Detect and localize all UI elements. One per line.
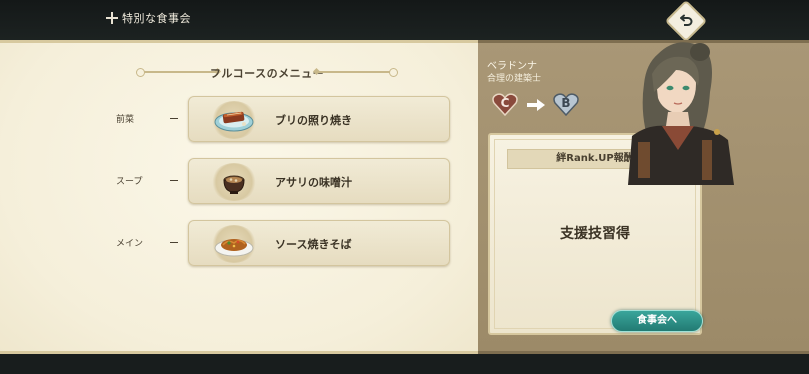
- top-bar: 特別な食事会: [0, 0, 809, 43]
- course-row-appetizer: 前菜 ブリの照り焼き: [110, 96, 450, 142]
- rank-current-letter: C: [500, 96, 510, 110]
- go-to-dinner-button[interactable]: 食事会へ: [611, 310, 703, 332]
- dish-name: ブリの照り焼き: [275, 114, 352, 127]
- character-title: 合理の建築士: [487, 74, 542, 84]
- course-label: 前菜: [116, 115, 135, 125]
- screen-title-group: 特別な食事会: [106, 10, 191, 26]
- course-label: スープ: [116, 177, 143, 187]
- teriyaki-fish-dish-icon: [211, 101, 257, 139]
- arrow-right-icon: [527, 99, 545, 111]
- yakisoba-plate-icon: [211, 225, 257, 263]
- course-dash: [170, 242, 178, 243]
- course-label: メイン: [116, 239, 144, 249]
- dish-card-main[interactable]: ソース焼きそば: [188, 220, 450, 266]
- course-dash: [170, 118, 178, 119]
- reward-text: 支援技習得: [560, 226, 630, 242]
- dish-name: アサリの味噌汁: [275, 176, 352, 189]
- go-to-dinner-label: 食事会へ: [637, 315, 677, 326]
- rank-next-letter: B: [561, 96, 571, 110]
- back-button[interactable]: [664, 0, 708, 43]
- dish-card-soup[interactable]: アサリの味噌汁: [188, 158, 450, 204]
- screen-title: 特別な食事会: [122, 12, 191, 25]
- rank-current-badge: C: [492, 93, 518, 117]
- rank-next-badge: B: [553, 93, 579, 117]
- character-name: ベラドンナ: [487, 61, 537, 72]
- miso-soup-bowl-icon: [211, 163, 257, 201]
- course-dash: [170, 180, 178, 181]
- menu-heading: フルコースのメニュー: [136, 62, 398, 82]
- character-portrait: [618, 40, 809, 185]
- course-row-main: メイン ソース焼きそば: [110, 220, 450, 266]
- course-row-soup: スープ アサリの味噌汁: [110, 158, 450, 204]
- heading-ornament-right: [316, 68, 398, 77]
- return-arrow-icon: [680, 14, 693, 27]
- course-menu-panel: フルコースのメニュー 前菜 ブリの照り焼き スープ アサリの味噌汁 メイン ソー…: [0, 40, 478, 354]
- menu-heading-text: フルコースのメニュー: [209, 67, 325, 80]
- dish-card-appetizer[interactable]: ブリの照り焼き: [188, 96, 450, 142]
- dish-name: ソース焼きそば: [275, 238, 352, 251]
- bottom-bar: [0, 354, 809, 374]
- cross-ornament-icon: [106, 12, 118, 24]
